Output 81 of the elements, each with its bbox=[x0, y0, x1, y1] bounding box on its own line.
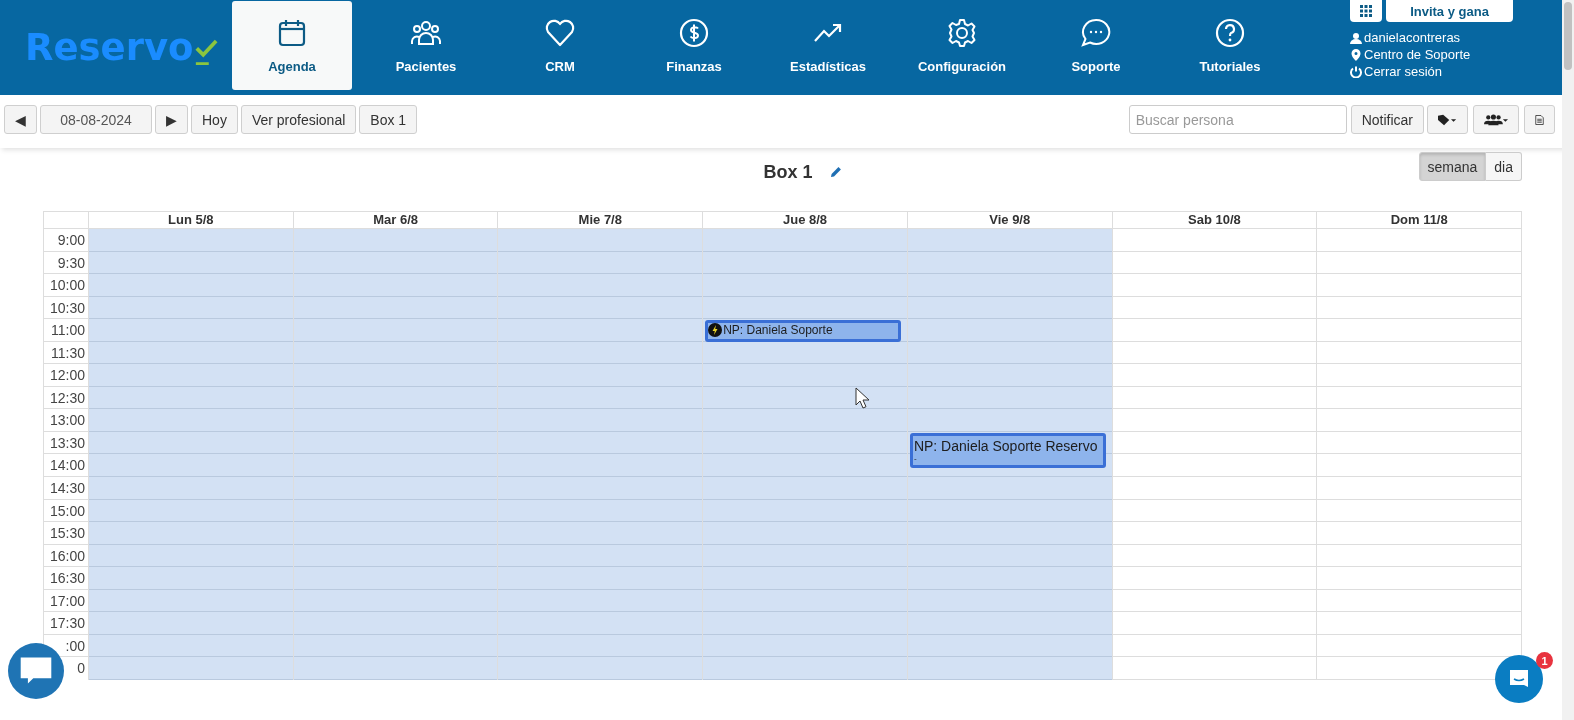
help-icon bbox=[1214, 17, 1246, 49]
time-label: 11:30 bbox=[44, 340, 88, 364]
time-label: 10:00 bbox=[44, 273, 88, 296]
heart-icon bbox=[544, 17, 576, 49]
time-label: 16:00 bbox=[44, 543, 88, 567]
apps-button[interactable] bbox=[1350, 0, 1382, 22]
time-label: 9:00 bbox=[44, 228, 88, 251]
appointment-title: NP: Daniela Soporte Reservo bbox=[913, 437, 1098, 454]
view-toggle[interactable]: semana bbox=[1418, 152, 1487, 181]
nav-tab[interactable]: Finanzas bbox=[634, 1, 754, 90]
day-header: Jue 8/8 bbox=[781, 212, 829, 228]
user-link[interactable]: Cerrar sesión bbox=[1350, 64, 1514, 79]
checkmark-icon bbox=[193, 38, 218, 67]
nav-tab[interactable]: Configuración bbox=[902, 1, 1022, 90]
user-link[interactable]: danielacontreras bbox=[1350, 30, 1514, 45]
time-label: 13:30 bbox=[44, 430, 88, 454]
lightning-icon bbox=[708, 323, 723, 338]
time-label: 15:30 bbox=[44, 521, 88, 544]
time-label: 14:00 bbox=[44, 453, 88, 476]
users-icon bbox=[1484, 112, 1508, 127]
calendar-icon bbox=[276, 17, 308, 49]
time-label: 12:30 bbox=[44, 385, 88, 409]
messenger-button[interactable] bbox=[1495, 655, 1543, 703]
toolbar-button[interactable]: Box 1 bbox=[359, 105, 418, 134]
time-label: 13:00 bbox=[44, 408, 88, 431]
settings-icon bbox=[946, 17, 978, 49]
tag-icon bbox=[1438, 113, 1457, 126]
notify-button[interactable]: Notificar bbox=[1350, 105, 1424, 134]
nav-tab[interactable]: Estadísticas bbox=[768, 1, 888, 90]
grid-icon bbox=[1360, 5, 1372, 17]
appointment-block[interactable]: NP: Daniela Soporte Reservo - bbox=[909, 432, 1106, 468]
appointment-title: NP: Daniela Soporte bbox=[723, 323, 833, 338]
user-icon bbox=[1350, 31, 1362, 44]
time-label: 14:30 bbox=[44, 476, 88, 499]
available-day-column[interactable]: NP: Daniela Soporte Reservo - bbox=[907, 228, 1112, 680]
time-label: 10:30 bbox=[44, 295, 88, 319]
time-label: 15:00 bbox=[44, 498, 88, 522]
pencil-icon[interactable] bbox=[829, 166, 842, 178]
day-header: Dom 11/8 bbox=[1389, 212, 1449, 228]
day-header: Mar 6/8 bbox=[372, 212, 419, 228]
next-button[interactable]: ▶ bbox=[155, 105, 188, 134]
day-header: Vie 9/8 bbox=[988, 212, 1032, 228]
previous-button[interactable]: ◀ bbox=[4, 105, 37, 134]
cursor-icon bbox=[855, 387, 869, 409]
calendar-title: Box 1 bbox=[763, 161, 813, 183]
speech-bubble-icon bbox=[1080, 17, 1112, 49]
view-toggle[interactable]: dia bbox=[1486, 152, 1522, 181]
nav-tab[interactable]: Agenda bbox=[232, 1, 352, 90]
document-icon bbox=[1535, 112, 1544, 127]
groups-button[interactable] bbox=[1473, 105, 1519, 134]
map-pin-icon bbox=[1350, 48, 1362, 61]
logo-text: Reservo bbox=[25, 26, 194, 69]
toolbar-button[interactable]: Ver profesional bbox=[240, 105, 357, 134]
dollar-icon bbox=[678, 17, 710, 49]
day-header: Sab 10/8 bbox=[1187, 212, 1242, 228]
power-icon bbox=[1350, 65, 1362, 78]
appointment-block[interactable]: NP: Daniela Soporte bbox=[705, 320, 901, 343]
scrollbar-thumb[interactable] bbox=[1564, 2, 1572, 70]
tags-button[interactable] bbox=[1427, 105, 1468, 134]
nav-tab[interactable]: Pacientes bbox=[366, 1, 486, 90]
invite-button[interactable]: Invita y gana bbox=[1386, 0, 1513, 22]
time-label: 16:30 bbox=[44, 566, 88, 589]
toolbar-button[interactable]: Hoy bbox=[191, 105, 238, 134]
nav-tab[interactable]: Soporte bbox=[1036, 1, 1156, 90]
document-button[interactable] bbox=[1524, 105, 1555, 134]
nav-tab[interactable]: Tutoriales bbox=[1170, 1, 1290, 90]
time-label: 9:30 bbox=[44, 250, 88, 274]
appointment-note: - bbox=[913, 453, 917, 463]
nav-tab[interactable]: CRM bbox=[500, 1, 620, 90]
chat-button[interactable] bbox=[8, 643, 64, 699]
available-day-column[interactable]: NP: Daniela Soporte bbox=[703, 228, 907, 680]
day-header: Lun 5/8 bbox=[167, 212, 215, 228]
time-label: 11:00 bbox=[44, 318, 88, 341]
search-field[interactable]: Buscar persona bbox=[1128, 105, 1347, 134]
time-label: 17:30 bbox=[44, 611, 88, 634]
time-label: 12:00 bbox=[44, 363, 88, 386]
date-button[interactable]: 08-08-2024 bbox=[40, 105, 152, 134]
day-header: Mie 7/8 bbox=[577, 212, 623, 228]
time-label: 17:00 bbox=[44, 588, 88, 612]
user-link[interactable]: Centro de Soporte bbox=[1350, 47, 1514, 62]
notification-badge: 1 bbox=[1536, 652, 1553, 669]
